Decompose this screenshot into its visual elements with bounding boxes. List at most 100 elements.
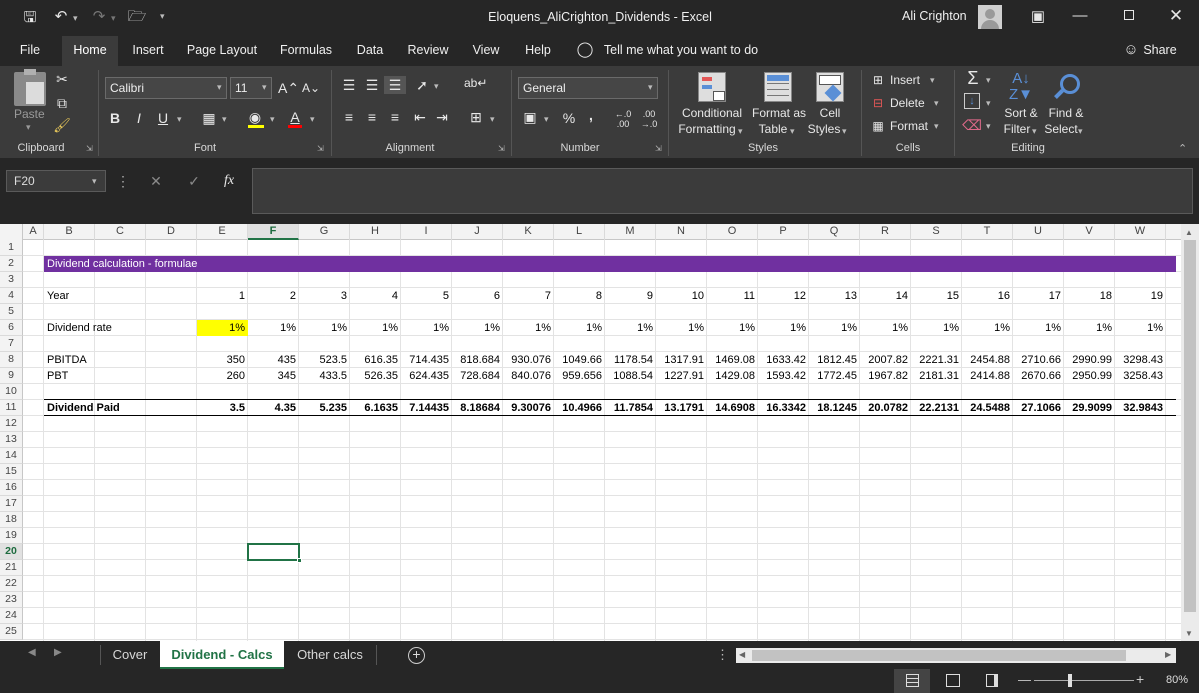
row-header[interactable]: 13 — [0, 432, 23, 448]
pbitda-cell[interactable]: 523.5 — [299, 352, 350, 368]
pbitda-cell[interactable]: 1469.08 — [707, 352, 758, 368]
format-painter-icon[interactable]: 🖌 — [52, 116, 72, 134]
find-select-icon[interactable] — [1052, 72, 1082, 102]
rates-cell[interactable]: 1% — [962, 320, 1013, 336]
name-box-dropdown-icon[interactable]: ▾ — [92, 176, 97, 187]
column-header[interactable]: F — [248, 224, 299, 240]
rates-cell[interactable]: 1% — [503, 320, 554, 336]
rates-cell[interactable]: 1% — [1013, 320, 1064, 336]
pbt-cell[interactable]: 840.076 — [503, 368, 554, 384]
add-sheet-icon[interactable]: + — [408, 647, 425, 664]
years-cell[interactable]: 15 — [911, 288, 962, 304]
rates-cell[interactable]: 1% — [401, 320, 452, 336]
pbitda-cell[interactable]: 2454.88 — [962, 352, 1013, 368]
vertical-scroll-thumb[interactable] — [1184, 240, 1196, 612]
pbitda-cell[interactable]: 1049.66 — [554, 352, 605, 368]
dividend-paid-label[interactable]: Dividend Paid — [47, 400, 120, 416]
row-header[interactable]: 8 — [0, 352, 23, 368]
pbt-cell[interactable]: 345 — [248, 368, 299, 384]
cell-styles-label-1[interactable]: Cell — [812, 106, 848, 121]
pbt-cell[interactable]: 2181.31 — [911, 368, 962, 384]
tab-file[interactable]: File — [8, 36, 52, 66]
row-header[interactable]: 18 — [0, 512, 23, 528]
pbitda-cell[interactable]: 2007.82 — [860, 352, 911, 368]
pbt-cell[interactable]: 728.684 — [452, 368, 503, 384]
column-header[interactable]: N — [656, 224, 707, 240]
fill-color-dropdown-icon[interactable]: ▾ — [270, 114, 275, 125]
tell-me-search[interactable]: Tell me what you want to do — [598, 36, 764, 66]
row-header[interactable]: 3 — [0, 272, 23, 288]
paid-cell[interactable]: 10.4966 — [554, 400, 605, 416]
row-header[interactable]: 7 — [0, 336, 23, 352]
pbitda-cell[interactable]: 714.435 — [401, 352, 452, 368]
redo-icon[interactable]: ↷ — [88, 9, 110, 25]
accounting-dropdown-icon[interactable]: ▾ — [544, 114, 549, 125]
format-as-table-label-2[interactable]: Table — [752, 122, 794, 137]
column-header[interactable]: Q — [809, 224, 860, 240]
paid-cell[interactable]: 27.1066 — [1013, 400, 1064, 416]
paid-cell[interactable]: 22.2131 — [911, 400, 962, 416]
rates-cell[interactable]: 1% — [707, 320, 758, 336]
normal-view-button[interactable] — [894, 669, 930, 693]
font-family-dropdown-icon[interactable]: ▾ — [217, 82, 222, 93]
column-header[interactable]: O — [707, 224, 758, 240]
align-left-icon[interactable]: ≡ — [340, 108, 358, 126]
increase-decimal-icon[interactable]: ←.0.00 — [612, 109, 634, 129]
open-folder-icon[interactable]: 🗁 — [126, 9, 148, 25]
maximize-icon[interactable] — [1124, 10, 1134, 20]
cancel-entry-icon[interactable]: ✕ — [146, 172, 166, 190]
save-icon[interactable]: 🖫 — [20, 10, 40, 26]
pbt-cell[interactable]: 624.435 — [401, 368, 452, 384]
borders-icon[interactable]: ▦ — [200, 109, 218, 127]
row-header[interactable]: 2 — [0, 256, 23, 272]
insert-dropdown-icon[interactable]: ▾ — [930, 75, 935, 86]
vertical-scrollbar[interactable]: ▲ ▼ — [1181, 224, 1199, 641]
sheet-tab-dividend-calcs[interactable]: Dividend - Calcs — [160, 641, 284, 669]
sheet-tab-cover[interactable]: Cover — [102, 641, 158, 669]
conditional-formatting-dropdown-icon[interactable]: ▾ — [738, 126, 743, 137]
delete-dropdown-icon[interactable]: ▾ — [934, 98, 939, 109]
paid-cell[interactable]: 8.18684 — [452, 400, 503, 416]
rates-cell[interactable]: 1% — [299, 320, 350, 336]
horizontal-scrollbar[interactable]: ◀ ▶ — [736, 648, 1176, 663]
comma-style-button[interactable]: , — [584, 106, 598, 124]
years-cell[interactable]: 13 — [809, 288, 860, 304]
prev-sheet-icon[interactable]: ◀ — [28, 647, 36, 658]
pbitda-cell[interactable]: 435 — [248, 352, 299, 368]
autosum-dropdown-icon[interactable]: ▾ — [986, 75, 991, 86]
worksheet-grid[interactable]: ABCDEFGHIJKLMNOPQRSTUVW 1 2 3 4 5 6 7 8 9 10 11 12 1… — [0, 224, 1181, 641]
years-cell[interactable]: 16 — [962, 288, 1013, 304]
font-color-dropdown-icon[interactable]: ▾ — [310, 114, 315, 125]
conditional-formatting-label-1[interactable]: Conditional — [678, 106, 746, 121]
years-cell[interactable]: 11 — [707, 288, 758, 304]
paid-cell[interactable]: 16.3342 — [758, 400, 809, 416]
top-align-icon[interactable]: ☰ — [340, 76, 358, 94]
years-cell[interactable]: 6 — [452, 288, 503, 304]
fill-dropdown-icon[interactable]: ▾ — [986, 98, 991, 109]
row-header[interactable]: 1 — [0, 240, 23, 256]
pbitda-cell[interactable]: 2710.66 — [1013, 352, 1064, 368]
row-header[interactable]: 19 — [0, 528, 23, 544]
paid-cell[interactable]: 7.14435 — [401, 400, 452, 416]
years-cell[interactable]: 5 — [401, 288, 452, 304]
merge-dropdown-icon[interactable]: ▾ — [490, 114, 495, 125]
pbitda-cell[interactable]: 1317.91 — [656, 352, 707, 368]
percent-style-button[interactable]: % — [560, 109, 578, 127]
paid-cell[interactable]: 3.5 — [197, 400, 248, 416]
paid-cell[interactable]: 20.0782 — [860, 400, 911, 416]
accounting-format-icon[interactable]: ▣ — [520, 108, 540, 126]
row-header[interactable]: 21 — [0, 560, 23, 576]
row-header[interactable]: 24 — [0, 608, 23, 624]
scroll-down-icon[interactable]: ▼ — [1185, 629, 1193, 638]
underline-dropdown-icon[interactable]: ▾ — [177, 114, 182, 125]
decrease-decimal-icon[interactable]: .00 →.0 — [638, 109, 660, 129]
autosum-icon[interactable]: Σ — [963, 69, 983, 87]
increase-indent-icon[interactable]: ⇥ — [432, 108, 452, 126]
paste-label[interactable]: Paste — [14, 107, 45, 122]
pbitda-cell[interactable]: 350 — [197, 352, 248, 368]
column-header[interactable]: S — [911, 224, 962, 240]
cell-styles-dropdown-icon[interactable]: ▾ — [842, 126, 847, 137]
pbt-label[interactable]: PBT — [47, 368, 68, 384]
format-dropdown-icon[interactable]: ▾ — [934, 121, 939, 132]
font-color-icon[interactable]: A — [285, 108, 305, 126]
